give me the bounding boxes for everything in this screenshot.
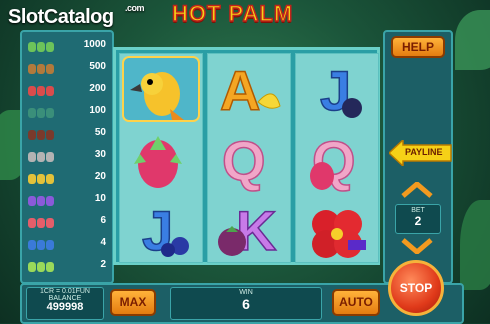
- paytable-symbol-icon: [28, 83, 58, 96]
- paytable-symbol-icon: [28, 237, 58, 250]
- letter-j-icon: J: [141, 198, 189, 263]
- paytable-symbol-icon: [28, 61, 58, 74]
- paytable: 1000 500 200 100 50 30 20 10 6 4 2: [20, 30, 114, 284]
- reel-1: J: [119, 53, 203, 263]
- win-label: WIN: [239, 289, 253, 296]
- reel-area: J A Q K J Q: [113, 47, 380, 265]
- max-bet-button[interactable]: MAX: [110, 289, 156, 316]
- paytable-symbol-icon: [28, 259, 58, 272]
- paytable-row: 2: [22, 256, 112, 276]
- paytable-row: 500: [22, 58, 112, 78]
- payline-button[interactable]: PAYLINE: [389, 140, 453, 166]
- site-logo-text: SlotCatalog: [8, 6, 114, 28]
- paytable-value: 50: [94, 127, 106, 138]
- stop-label: STOP: [399, 281, 433, 295]
- bet-value: 2: [414, 214, 422, 228]
- paytable-symbol-icon: [28, 39, 58, 52]
- svg-text:K: K: [236, 199, 276, 262]
- letter-j-icon: J: [319, 58, 362, 123]
- letter-q-icon: Q: [310, 128, 356, 193]
- paytable-value: 500: [89, 61, 106, 72]
- balance-value: 499998: [46, 301, 84, 313]
- symbol-letter-q: Q: [208, 124, 290, 194]
- reel-2: A Q K: [207, 53, 291, 263]
- symbol-hibiscus: [296, 194, 378, 264]
- paytable-value: 30: [94, 149, 106, 160]
- paytable-symbol-icon: [28, 215, 58, 228]
- svg-text:A: A: [220, 59, 260, 122]
- hibiscus-icon: [312, 210, 366, 258]
- parrot-icon: [122, 56, 200, 122]
- right-panel: HELP PAYLINE BET 2: [383, 30, 453, 284]
- symbol-letter-j-passionfruit: J: [296, 54, 378, 124]
- paytable-row: 100: [22, 102, 112, 122]
- letter-a-icon: A: [219, 58, 281, 123]
- letter-q-icon: Q: [221, 128, 266, 193]
- paytable-row: 10: [22, 190, 112, 210]
- leaf-decor: [460, 200, 490, 290]
- paytable-value: 10: [94, 193, 106, 204]
- site-logo-suffix: .com: [125, 3, 145, 13]
- symbol-letter-j: J: [120, 194, 202, 264]
- paytable-value: 2: [100, 259, 106, 270]
- paytable-row: 6: [22, 212, 112, 232]
- paytable-symbol-icon: [28, 127, 58, 140]
- paytable-symbol-icon: [28, 193, 58, 206]
- bet-label: BET: [411, 207, 425, 214]
- bet-down-button[interactable]: [401, 238, 433, 256]
- chevron-down-icon: [401, 238, 433, 256]
- symbol-letter-q-dragonfruit: Q: [296, 124, 378, 194]
- symbol-parrot: [120, 54, 202, 124]
- reel-3: J Q: [295, 53, 379, 263]
- letter-k-icon: K: [218, 198, 277, 263]
- stop-button[interactable]: STOP: [388, 260, 444, 316]
- win-display: WIN 6: [170, 287, 322, 320]
- paytable-row: 4: [22, 234, 112, 254]
- chevron-up-icon: [401, 180, 433, 198]
- game-title: HOT PALM: [171, 0, 294, 27]
- paytable-row: 1000: [22, 36, 112, 56]
- symbol-dragonfruit: [120, 124, 202, 194]
- balance-display: 1CR = 0.01FUN BALANCE 499998: [26, 287, 104, 320]
- paytable-value: 200: [89, 83, 106, 94]
- paytable-row: 20: [22, 168, 112, 188]
- paytable-value: 4: [100, 237, 106, 248]
- paytable-row: 50: [22, 124, 112, 144]
- dragonfruit-icon: [134, 136, 182, 188]
- win-value: 6: [242, 296, 250, 312]
- credit-rate: 1CR = 0.01FUN: [40, 288, 90, 295]
- paytable-symbol-icon: [28, 149, 58, 162]
- paytable-value: 100: [89, 105, 106, 116]
- paytable-symbol-icon: [28, 105, 58, 118]
- svg-text:Q: Q: [222, 129, 266, 192]
- paytable-value: 6: [100, 215, 106, 226]
- payline-label: PAYLINE: [405, 147, 443, 157]
- symbol-letter-k-mangosteen: K: [208, 194, 290, 264]
- paytable-symbol-icon: [28, 171, 58, 184]
- bet-up-button[interactable]: [401, 180, 433, 198]
- help-button[interactable]: HELP: [391, 36, 445, 58]
- autoplay-button[interactable]: AUTO: [332, 289, 380, 316]
- bet-display: BET 2: [395, 204, 441, 234]
- symbol-letter-a-banana: A: [208, 54, 290, 124]
- paytable-row: 30: [22, 146, 112, 166]
- paytable-value: 1000: [83, 39, 106, 50]
- paytable-row: 200: [22, 80, 112, 100]
- paytable-value: 20: [94, 171, 106, 182]
- site-logo: SlotCatalog .com: [8, 3, 145, 29]
